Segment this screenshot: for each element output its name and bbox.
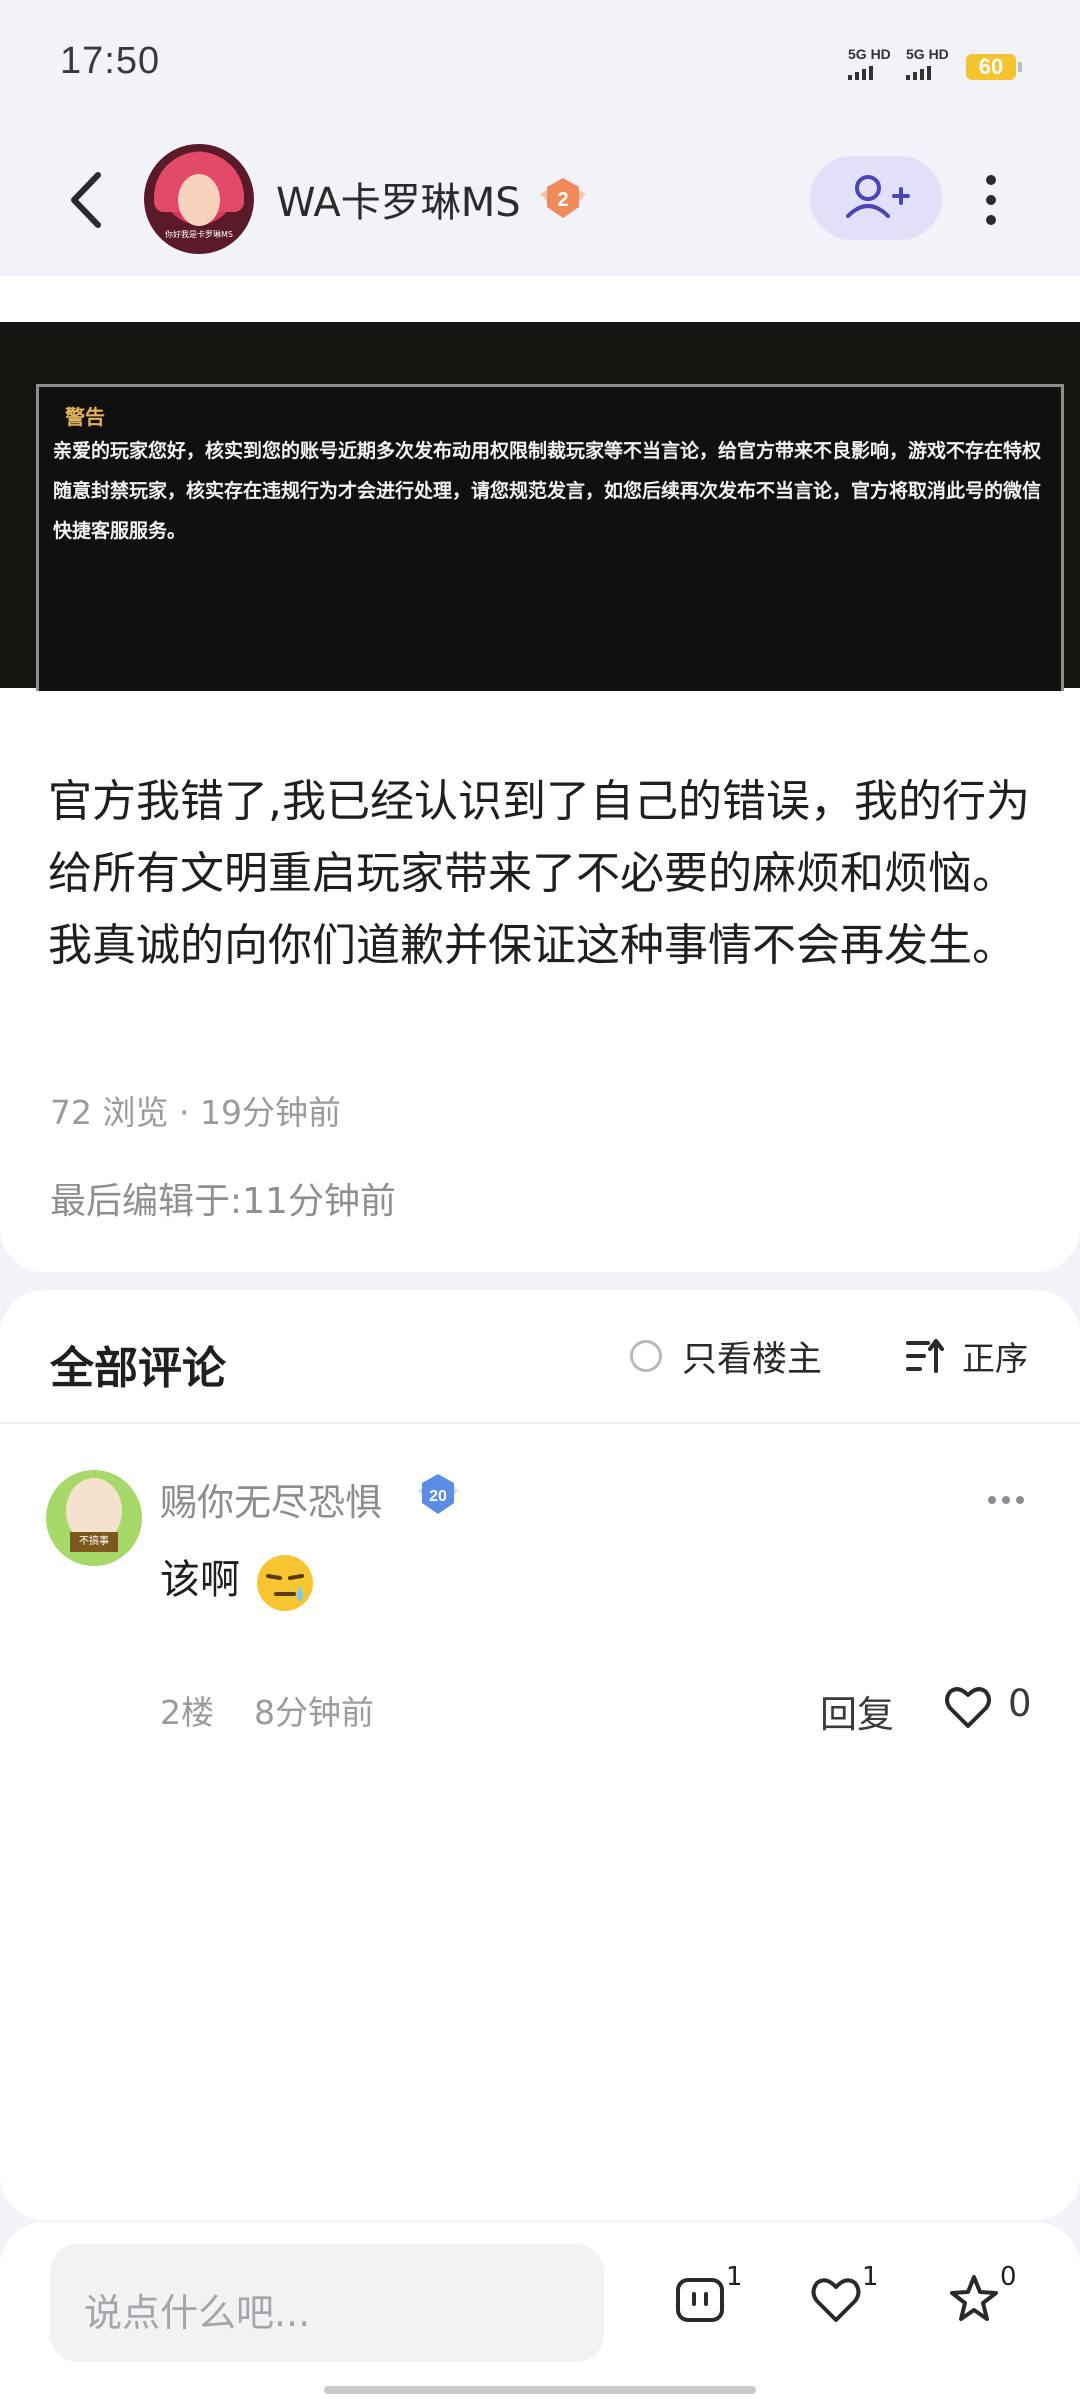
sort-order-button[interactable]: 正序	[906, 1334, 1028, 1378]
speechless-emoji-icon	[257, 1555, 313, 1611]
warning-dialog-image: 警告 亲爱的玩家您好，核实到您的账号近期多次发布动用权限制裁玩家等不当言论，给官…	[36, 384, 1064, 691]
comment-floor: 2楼	[160, 1693, 214, 1732]
follow-button[interactable]	[810, 156, 942, 240]
svg-text:2: 2	[557, 189, 568, 211]
signal-sim1-icon: 5G HD	[848, 46, 891, 80]
warning-title: 警告	[65, 405, 105, 429]
like-count: 1	[862, 2262, 879, 2292]
comments-section: 全部评论 只看楼主 正序 不搞事 赐你无尽恐惧 20 该啊 2楼 8分钟前 回复…	[0, 1290, 1080, 2220]
commenter-name[interactable]: 赐你无尽恐惧	[160, 1472, 382, 1526]
commenter-avatar[interactable]: 不搞事	[46, 1470, 142, 1566]
author-name[interactable]: WA卡罗琳MS	[276, 170, 521, 228]
post-image[interactable]: 警告 亲爱的玩家您好，核实到您的账号近期多次发布动用权限制裁玩家等不当言论，给官…	[0, 322, 1080, 691]
comment-like-icon[interactable]	[942, 1682, 994, 1732]
battery-indicator: 60	[966, 54, 1022, 80]
sort-icon	[906, 1339, 944, 1373]
bottom-action-bar: 说点什么吧... 1 1 0	[0, 2222, 1080, 2400]
comment-like-count: 0	[1008, 1682, 1032, 1725]
back-arrow-icon[interactable]	[58, 165, 118, 235]
profile-header: 你好我是卡罗琳MS WA卡罗琳MS 2	[0, 130, 1080, 270]
warning-text: 亲爱的玩家您好，核实到您的账号近期多次发布动用权限制裁玩家等不当言论，给官方带来…	[53, 440, 1042, 542]
comment-time: 8分钟前	[254, 1693, 374, 1732]
only-owner-label: 只看楼主	[682, 1339, 823, 1380]
only-owner-toggle[interactable]: 只看楼主	[630, 1334, 822, 1380]
radio-icon	[630, 1340, 662, 1372]
comment-more-icon[interactable]	[984, 1490, 1028, 1510]
sort-order-label: 正序	[962, 1339, 1028, 1378]
comment-text: 该啊	[160, 1557, 240, 1603]
more-options-icon[interactable]	[974, 168, 1008, 232]
signal-sim2-icon: 5G HD	[906, 46, 949, 80]
post-edited-time: 最后编辑于:11分钟前	[50, 1181, 396, 1222]
comment-input-placeholder: 说点什么吧...	[84, 2291, 311, 2335]
status-time: 17:50	[60, 40, 161, 82]
add-friend-icon	[846, 175, 910, 218]
like-icon[interactable]	[808, 2272, 864, 2328]
level-badge-icon: 2	[540, 178, 586, 218]
favorite-star-icon[interactable]	[946, 2272, 1002, 2328]
commenter-level-badge-icon: 20	[418, 1474, 458, 1514]
comment-icon[interactable]	[672, 2272, 728, 2328]
svg-text:20: 20	[429, 1488, 447, 1505]
post-card: 警告 亲爱的玩家您好，核实到您的账号近期多次发布动用权限制裁玩家等不当言论，给官…	[0, 276, 1080, 1272]
favorite-count: 0	[1000, 2262, 1017, 2292]
comment-input[interactable]: 说点什么吧...	[50, 2244, 604, 2362]
reply-button[interactable]: 回复	[820, 1684, 894, 1738]
status-bar: 17:50 5G HD 5G HD 60	[0, 0, 1080, 130]
divider	[0, 1422, 1080, 1424]
comments-title: 全部评论	[50, 1343, 226, 1394]
comment-count: 1	[726, 2262, 743, 2292]
home-indicator[interactable]	[324, 2386, 756, 2394]
author-avatar[interactable]: 你好我是卡罗琳MS	[144, 144, 254, 254]
post-meta: 72 浏览 · 19分钟前	[50, 1093, 341, 1132]
post-body: 官方我错了,我已经认识到了自己的错误，我的行为给所有文明重启玩家带来了不必要的麻…	[48, 776, 1030, 971]
